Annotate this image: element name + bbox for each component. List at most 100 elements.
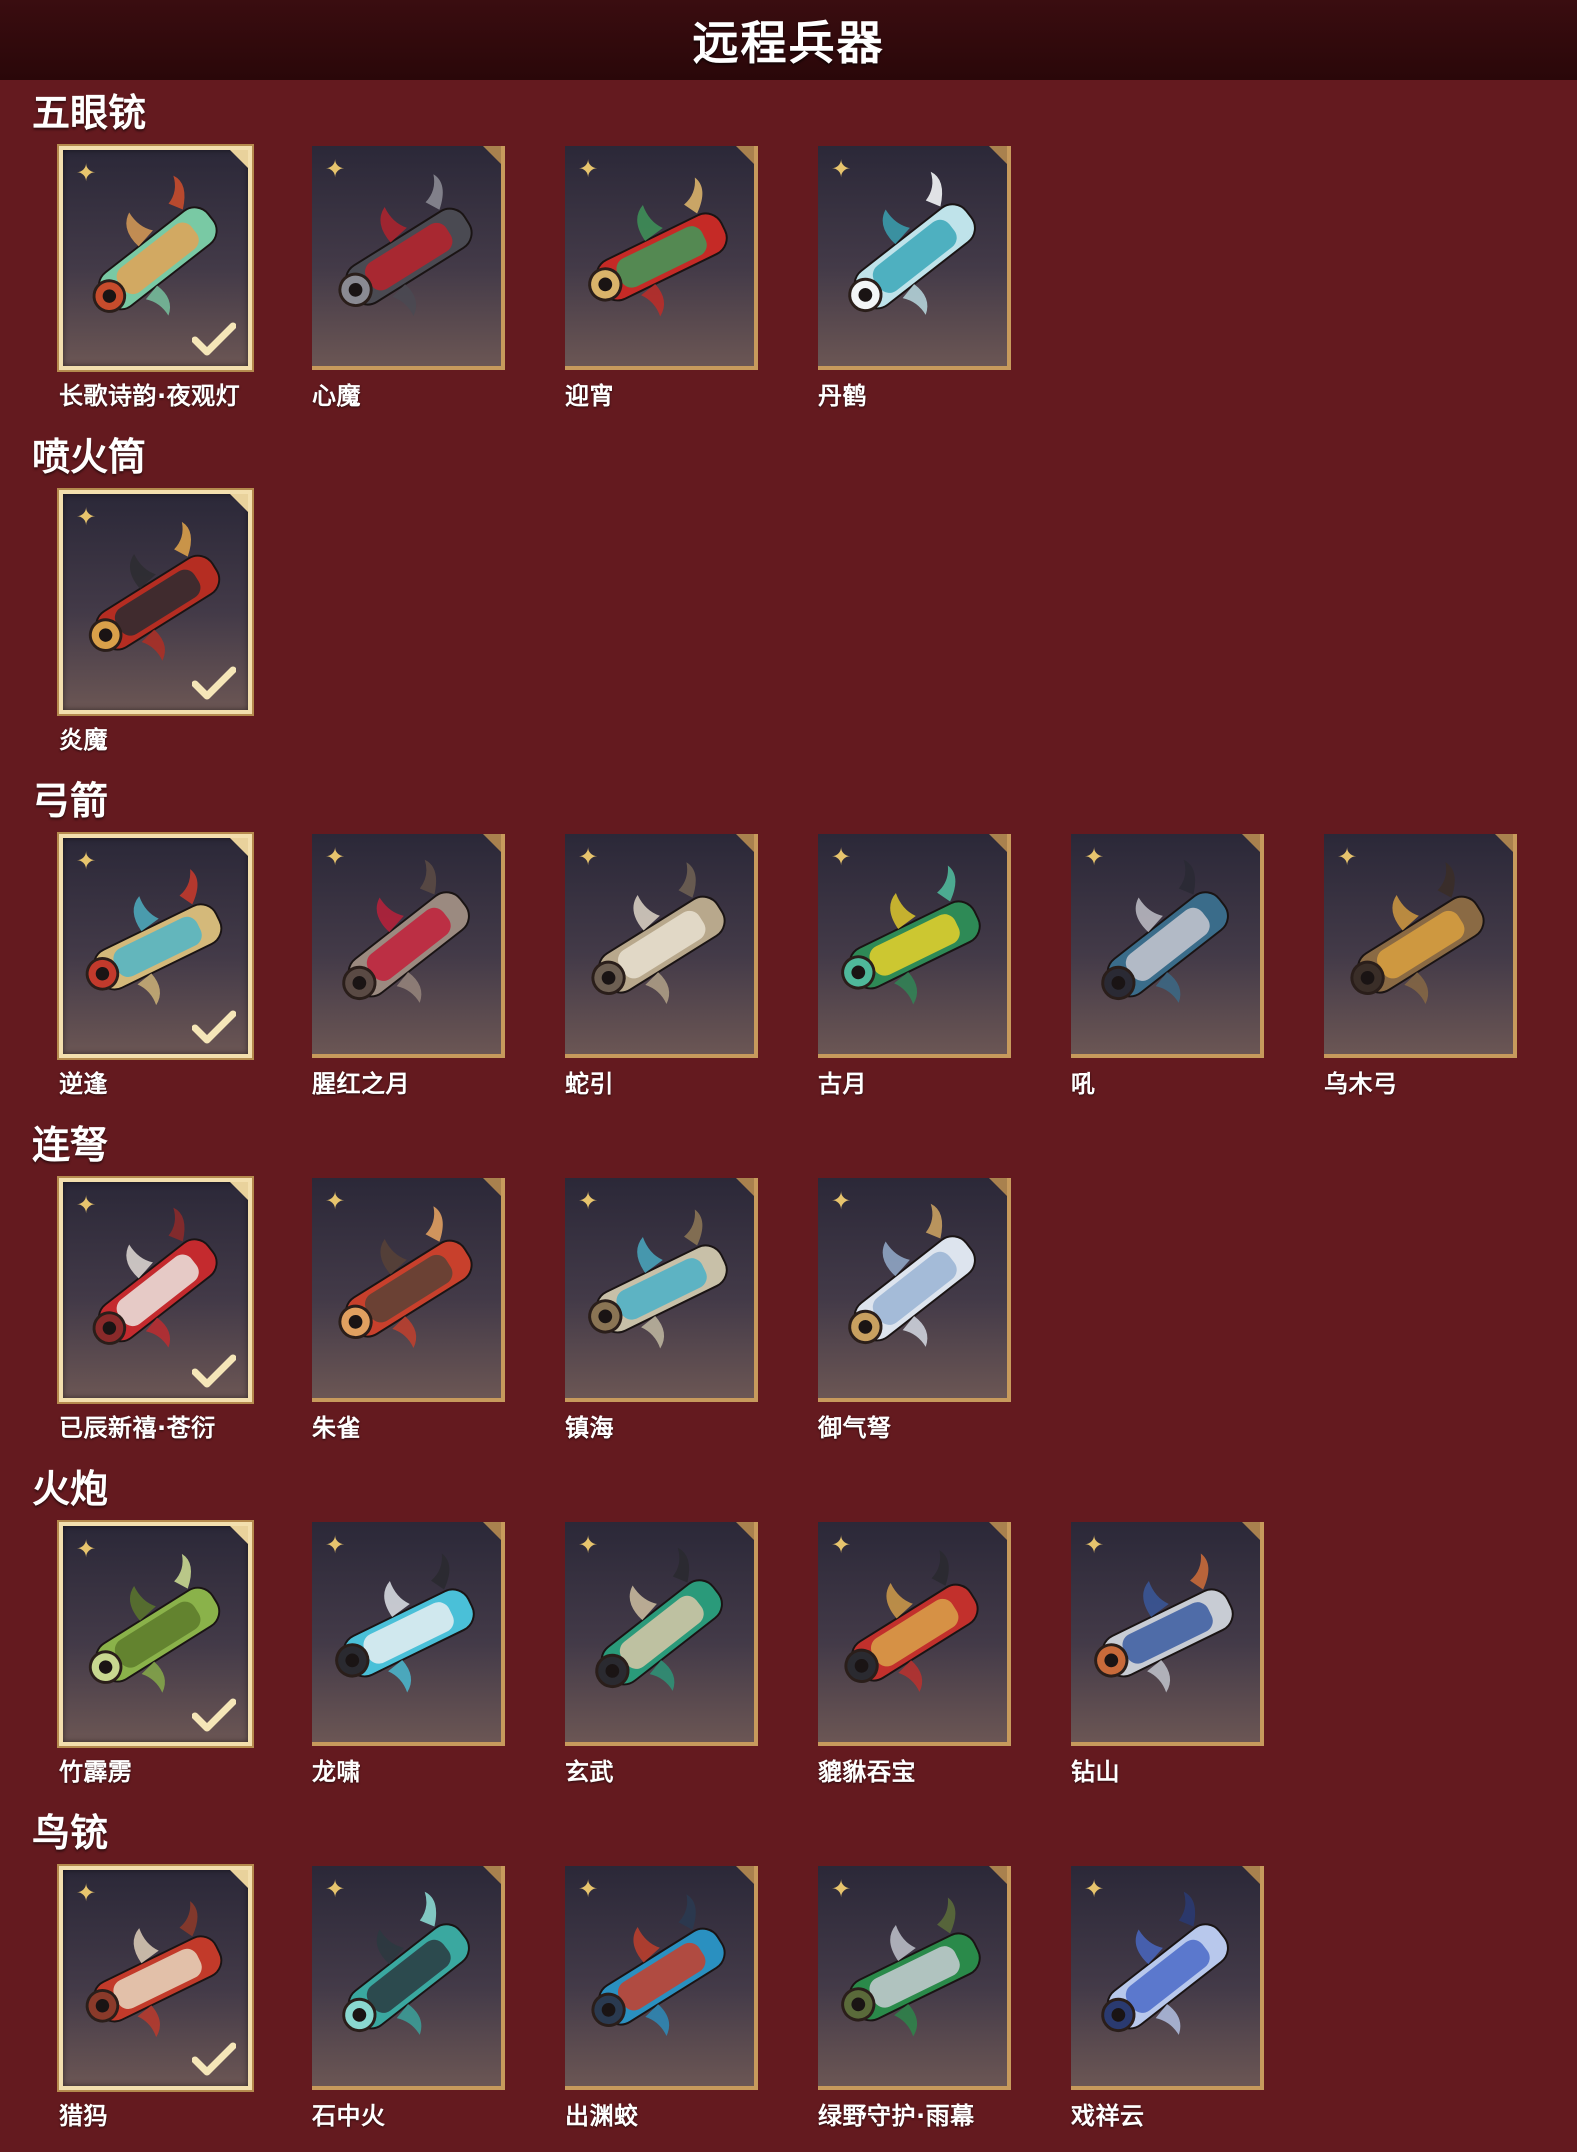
weapon-item[interactable]: ✦ 朱雀 xyxy=(312,1178,508,1443)
weapon-name: 吼 xyxy=(1071,1070,1096,1098)
weapon-card[interactable]: ✦ xyxy=(1324,834,1517,1058)
weapon-card[interactable]: ✦ xyxy=(312,1866,505,2090)
weapon-item[interactable]: ✦ 心魔 xyxy=(312,146,508,411)
weapon-name: 炎魔 xyxy=(59,726,108,754)
weapon-item[interactable]: ✦ 丹鹤 xyxy=(818,146,1014,411)
weapon-name: 貔貅吞宝 xyxy=(818,1758,916,1786)
weapon-item[interactable]: ✦ 石中火 xyxy=(312,1866,508,2131)
four-point-star-icon: ✦ xyxy=(324,843,346,871)
four-point-star-icon: ✦ xyxy=(830,1187,852,1215)
weapon-item[interactable]: ✦ 玄武 xyxy=(565,1522,761,1787)
weapon-card[interactable]: ✦ xyxy=(59,1522,252,1746)
four-point-star-icon: ✦ xyxy=(324,1875,346,1903)
weapon-item[interactable]: ✦ 腥红之月 xyxy=(312,834,508,1099)
weapon-card[interactable]: ✦ xyxy=(59,1866,252,2090)
weapon-card[interactable]: ✦ xyxy=(59,146,252,370)
weapon-card[interactable]: ✦ xyxy=(818,1866,1011,2090)
weapon-item[interactable]: ✦ 已辰新禧·苍衍 xyxy=(59,1178,255,1443)
weapon-card[interactable]: ✦ xyxy=(59,1178,252,1402)
checkmark-icon xyxy=(192,1010,236,1044)
weapon-card[interactable]: ✦ xyxy=(59,490,252,714)
weapon-section: 弓箭 ✦ 逆逢 ✦ 腥红之月 ✦ 蛇引 ✦ 古月 ✦ 吼 ✦ 乌木弓 xyxy=(0,776,1577,1120)
weapon-card[interactable]: ✦ xyxy=(1071,1522,1264,1746)
section-title: 火炮 xyxy=(32,1467,109,1511)
weapon-item[interactable]: ✦ 戏祥云 xyxy=(1071,1866,1267,2131)
weapon-item[interactable]: ✦ 古月 xyxy=(818,834,1014,1099)
weapon-item[interactable]: ✦ 长歌诗韵·夜观灯 xyxy=(59,146,255,411)
four-point-star-icon: ✦ xyxy=(1083,843,1105,871)
weapon-item[interactable]: ✦ 御气弩 xyxy=(818,1178,1014,1443)
weapon-name: 丹鹤 xyxy=(818,382,867,410)
weapon-name: 逆逢 xyxy=(59,1070,108,1098)
four-point-star-icon: ✦ xyxy=(75,1535,97,1563)
weapon-card[interactable]: ✦ xyxy=(565,1178,758,1402)
weapon-card[interactable]: ✦ xyxy=(565,834,758,1058)
four-point-star-icon: ✦ xyxy=(75,503,97,531)
weapon-card[interactable]: ✦ xyxy=(312,146,505,370)
weapon-item[interactable]: ✦ 蛇引 xyxy=(565,834,761,1099)
weapon-card[interactable]: ✦ xyxy=(312,1522,505,1746)
weapon-card[interactable]: ✦ xyxy=(565,1522,758,1746)
weapon-name: 乌木弓 xyxy=(1324,1070,1398,1098)
weapon-item[interactable]: ✦ 镇海 xyxy=(565,1178,761,1443)
four-point-star-icon: ✦ xyxy=(830,843,852,871)
page-title: 远程兵器 xyxy=(692,16,885,70)
weapon-name: 戏祥云 xyxy=(1071,2102,1145,2130)
four-point-star-icon: ✦ xyxy=(577,155,599,183)
weapon-item[interactable]: ✦ 炎魔 xyxy=(59,490,255,755)
weapon-item[interactable]: ✦ 吼 xyxy=(1071,834,1267,1099)
weapon-card[interactable]: ✦ xyxy=(1071,834,1264,1058)
weapon-card[interactable]: ✦ xyxy=(818,834,1011,1058)
four-point-star-icon: ✦ xyxy=(75,1879,97,1907)
four-point-star-icon: ✦ xyxy=(830,1875,852,1903)
weapon-card[interactable]: ✦ xyxy=(312,1178,505,1402)
weapon-section: 喷火筒 ✦ 炎魔 xyxy=(0,432,1577,776)
checkmark-icon xyxy=(192,1354,236,1388)
weapon-item[interactable]: ✦ 猎犸 xyxy=(59,1866,255,2131)
weapon-name: 绿野守护·雨幕 xyxy=(818,2102,975,2130)
weapon-name: 腥红之月 xyxy=(312,1070,410,1098)
weapon-item[interactable]: ✦ 貔貅吞宝 xyxy=(818,1522,1014,1787)
four-point-star-icon: ✦ xyxy=(75,159,97,187)
section-title: 弓箭 xyxy=(32,779,109,823)
weapon-name: 长歌诗韵·夜观灯 xyxy=(59,382,241,410)
weapon-section: 鸟铳 ✦ 猎犸 ✦ 石中火 ✦ 出渊蛟 ✦ 绿野守护·雨幕 ✦ 戏祥云 xyxy=(0,1808,1577,2152)
weapon-item[interactable]: ✦ 龙啸 xyxy=(312,1522,508,1787)
four-point-star-icon: ✦ xyxy=(324,155,346,183)
weapon-section: 五眼铳 ✦ 长歌诗韵·夜观灯 ✦ 心魔 ✦ 迎宵 ✦ 丹鹤 xyxy=(0,88,1577,432)
weapon-item[interactable]: ✦ 竹霹雳 xyxy=(59,1522,255,1787)
weapon-name: 蛇引 xyxy=(565,1070,614,1098)
weapon-section: 连弩 ✦ 已辰新禧·苍衍 ✦ 朱雀 ✦ 镇海 ✦ 御气弩 xyxy=(0,1120,1577,1464)
four-point-star-icon: ✦ xyxy=(577,1531,599,1559)
weapon-item[interactable]: ✦ 迎宵 xyxy=(565,146,761,411)
weapon-name: 玄武 xyxy=(565,1758,614,1786)
weapon-name: 龙啸 xyxy=(312,1758,361,1786)
weapon-name: 镇海 xyxy=(565,1414,614,1442)
weapon-item[interactable]: ✦ 绿野守护·雨幕 xyxy=(818,1866,1014,2131)
weapon-item[interactable]: ✦ 钻山 xyxy=(1071,1522,1267,1787)
weapon-item[interactable]: ✦ 逆逢 xyxy=(59,834,255,1099)
weapon-name: 猎犸 xyxy=(59,2102,108,2130)
weapon-card[interactable]: ✦ xyxy=(818,1178,1011,1402)
four-point-star-icon: ✦ xyxy=(577,1187,599,1215)
weapon-card[interactable]: ✦ xyxy=(312,834,505,1058)
weapon-card[interactable]: ✦ xyxy=(818,1522,1011,1746)
weapon-card[interactable]: ✦ xyxy=(565,146,758,370)
four-point-star-icon: ✦ xyxy=(324,1187,346,1215)
section-title: 鸟铳 xyxy=(32,1811,109,1855)
weapon-card[interactable]: ✦ xyxy=(818,146,1011,370)
checkmark-icon xyxy=(192,2042,236,2076)
four-point-star-icon: ✦ xyxy=(577,1875,599,1903)
four-point-star-icon: ✦ xyxy=(830,1531,852,1559)
weapon-item[interactable]: ✦ 乌木弓 xyxy=(1324,834,1520,1099)
weapon-name: 御气弩 xyxy=(818,1414,892,1442)
weapon-name: 竹霹雳 xyxy=(59,1758,133,1786)
checkmark-icon xyxy=(192,666,236,700)
weapon-item[interactable]: ✦ 出渊蛟 xyxy=(565,1866,761,2131)
weapon-card[interactable]: ✦ xyxy=(59,834,252,1058)
weapon-card[interactable]: ✦ xyxy=(565,1866,758,2090)
weapon-card[interactable]: ✦ xyxy=(1071,1866,1264,2090)
four-point-star-icon: ✦ xyxy=(1336,843,1358,871)
weapon-name: 朱雀 xyxy=(312,1414,361,1442)
page-header: 远程兵器 xyxy=(0,0,1577,80)
